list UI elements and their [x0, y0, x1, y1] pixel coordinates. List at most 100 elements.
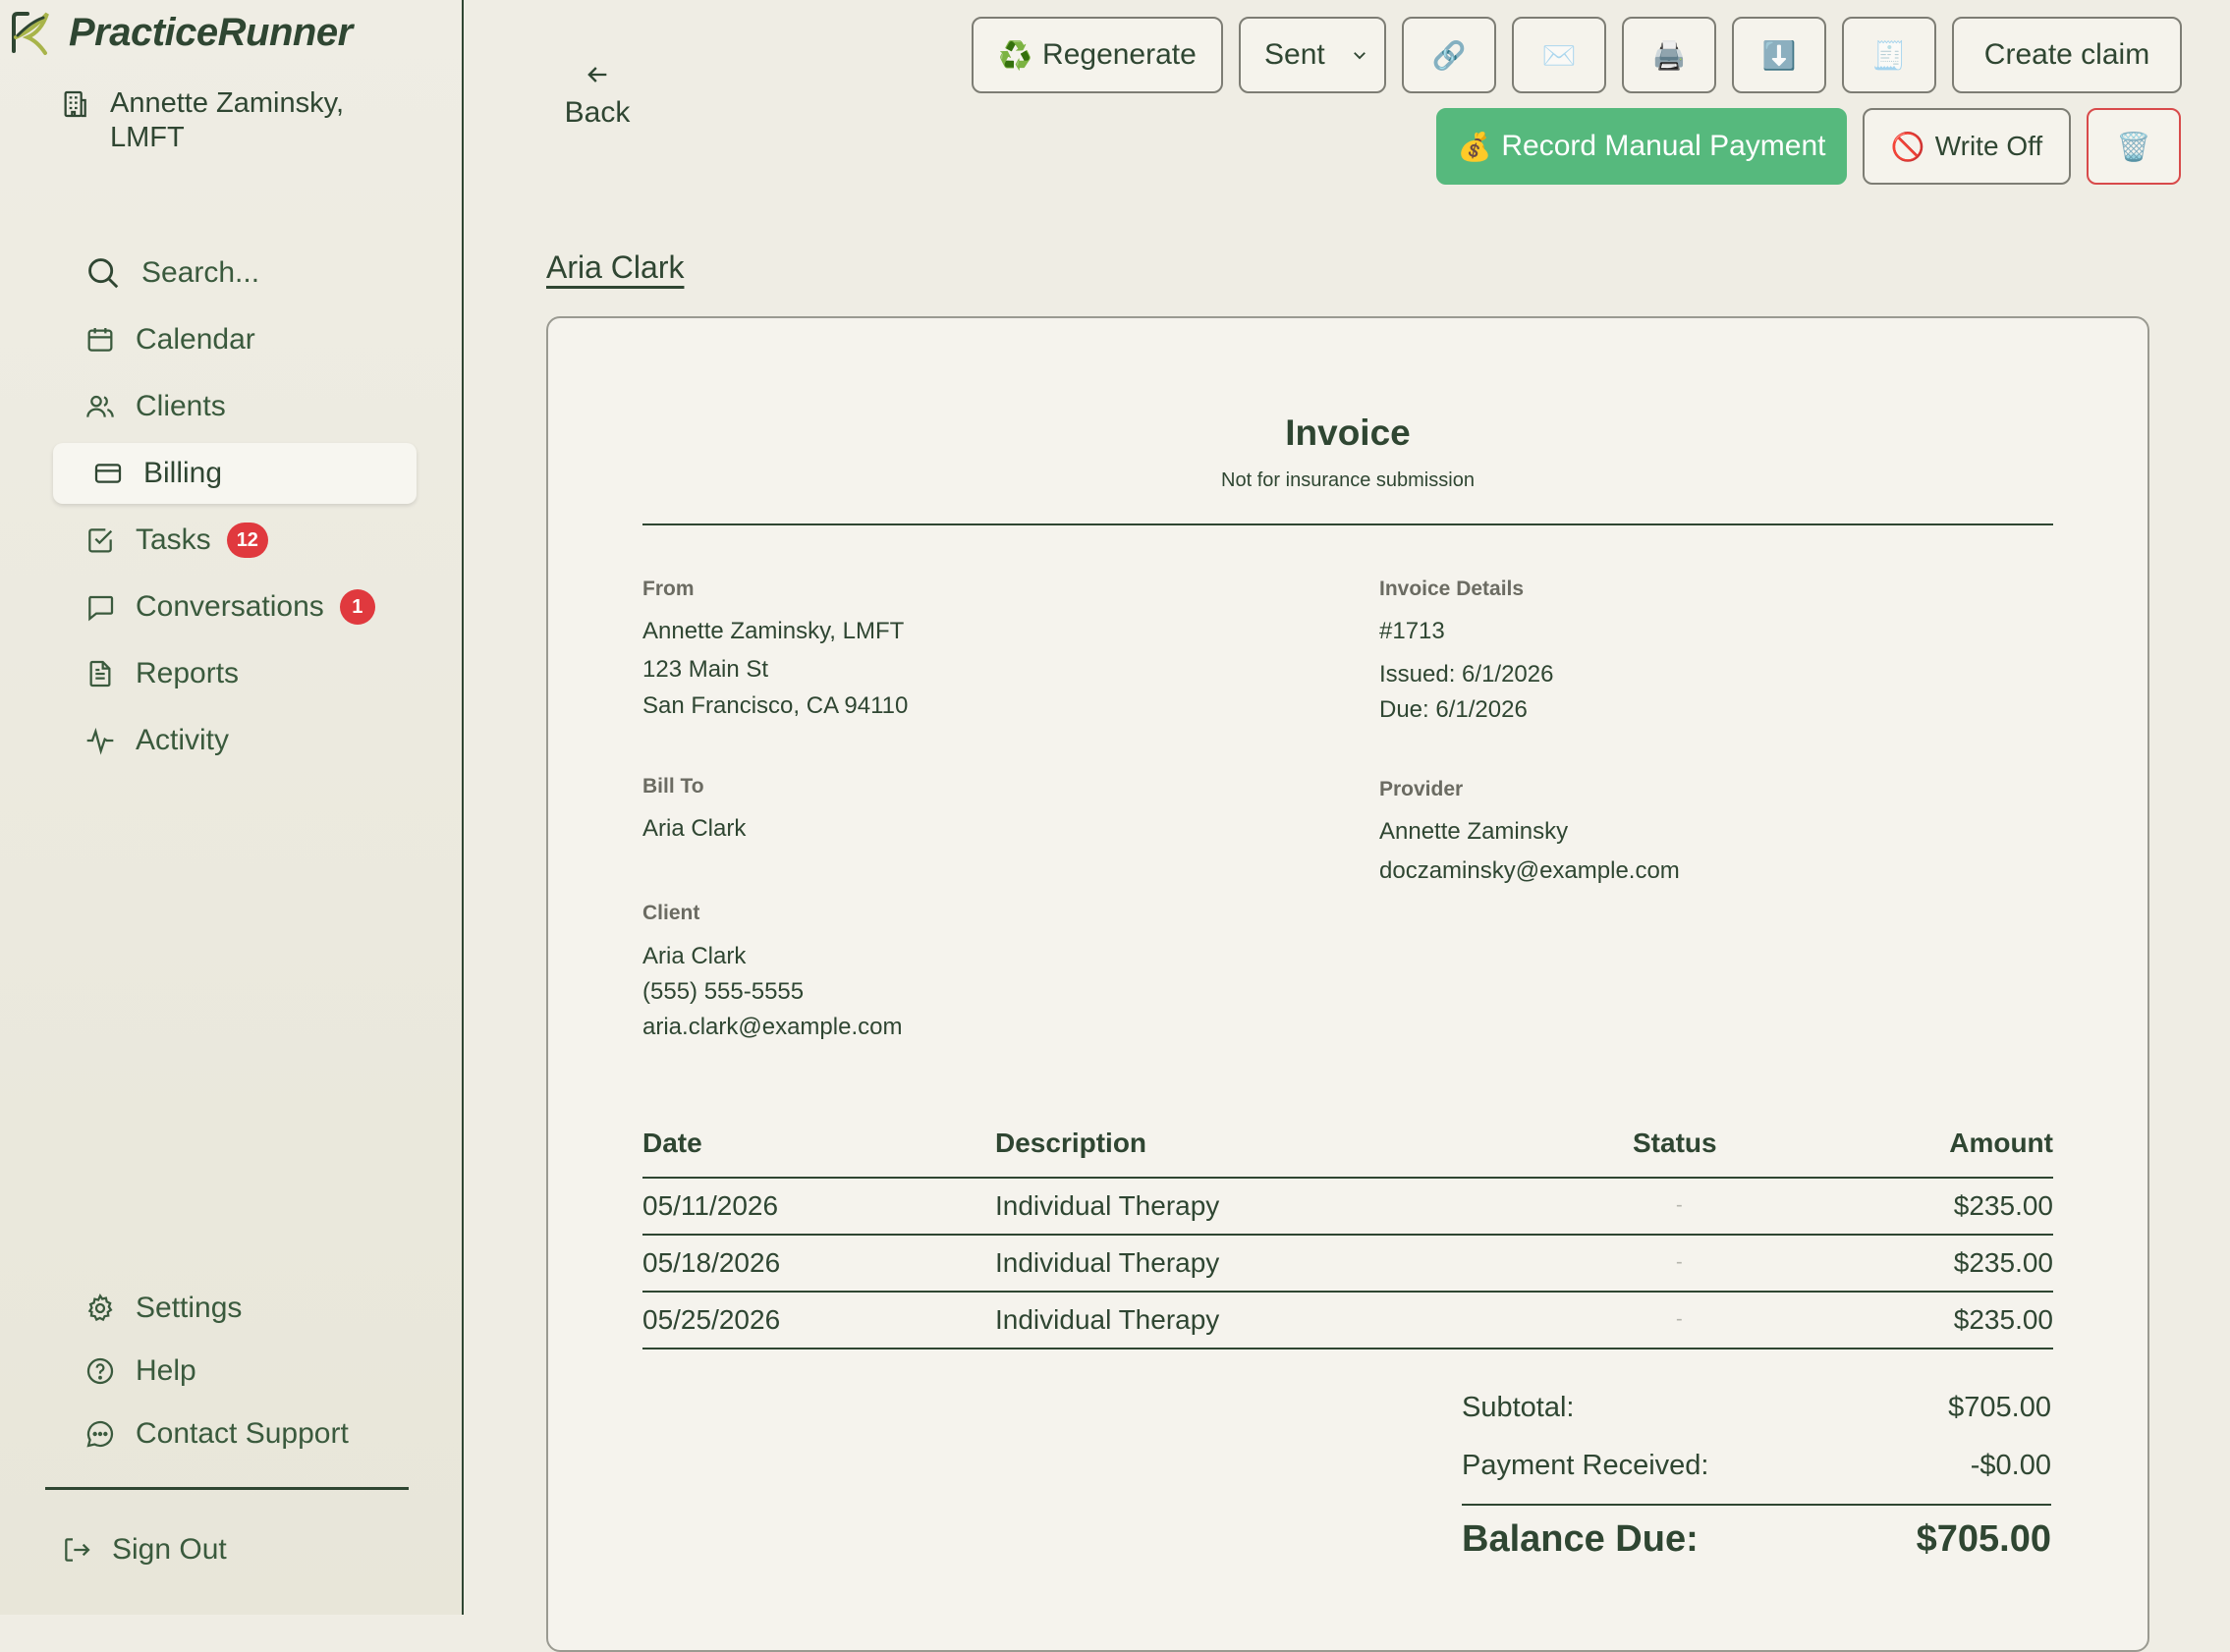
sidebar-divider: [45, 1487, 409, 1490]
payment-received-row: Payment Received: -$0.00: [1462, 1450, 2051, 1489]
from-label: From: [642, 578, 695, 600]
sidebar-item-calendar[interactable]: Calendar: [53, 309, 417, 370]
superbill-button[interactable]: 🧾: [1842, 17, 1936, 93]
chevron-down-icon: [1353, 52, 1366, 60]
trash-icon: 🗑️: [2116, 131, 2151, 162]
row-date: 05/18/2026: [642, 1247, 781, 1278]
row-amount: $235.00: [1953, 1304, 2053, 1335]
column-header-amount: Amount: [1949, 1128, 2053, 1158]
row-date: 05/25/2026: [642, 1304, 781, 1335]
receipt-icon: 🧾: [1871, 39, 1907, 71]
sidebar: PracticeRunner Annette Zaminsky, LMFT Se…: [0, 0, 464, 1615]
sidebar-item-settings[interactable]: Settings: [53, 1278, 417, 1339]
sidebar-item-clients[interactable]: Clients: [53, 376, 417, 437]
back-button[interactable]: Back: [548, 61, 646, 130]
money-bag-icon: 💰: [1457, 131, 1492, 162]
invoice-number: #1713: [1379, 618, 1445, 644]
gear-icon: [87, 1293, 113, 1322]
download-button[interactable]: ⬇️: [1732, 17, 1826, 93]
balance-due-row: Balance Due: $705.00: [1462, 1518, 2051, 1568]
status-select-value: Sent: [1264, 38, 1325, 71]
client-email: aria.clark@example.com: [642, 1014, 903, 1040]
client-name-link[interactable]: Aria Clark: [546, 249, 684, 286]
print-button[interactable]: 🖨️: [1622, 17, 1716, 93]
write-off-button[interactable]: 🚫 Write Off: [1863, 108, 2071, 185]
row-description: Individual Therapy: [995, 1247, 1220, 1278]
subtotal-row: Subtotal: $705.00: [1462, 1392, 2051, 1431]
sidebar-item-label: Billing: [143, 457, 223, 489]
sidebar-item-label: Tasks: [136, 523, 211, 556]
search-icon: [88, 258, 119, 289]
sidebar-item-label: Contact Support: [136, 1417, 349, 1450]
practice-switcher[interactable]: Annette Zaminsky, LMFT: [59, 86, 405, 155]
row-description: Individual Therapy: [995, 1304, 1220, 1335]
from-name: Annette Zaminsky, LMFT: [642, 618, 905, 644]
row-description: Individual Therapy: [995, 1190, 1220, 1221]
sidebar-item-activity[interactable]: Activity: [53, 710, 417, 771]
row-amount: $235.00: [1953, 1247, 2053, 1278]
create-claim-label: Create claim: [1983, 38, 2150, 71]
delete-invoice-button[interactable]: 🗑️: [2087, 108, 2181, 185]
invoice-title: Invoice: [1285, 413, 1411, 453]
chat-bubble-icon: [88, 595, 114, 622]
practice-name: Annette Zaminsky, LMFT: [110, 87, 345, 153]
sidebar-item-contact-support[interactable]: Contact Support: [53, 1404, 417, 1464]
table-row: 05/25/2026 Individual Therapy - $235.00: [642, 1293, 2053, 1349]
record-payment-label: Record Manual Payment: [1501, 130, 1826, 162]
create-claim-button[interactable]: Create claim: [1952, 17, 2182, 93]
printer-icon: 🖨️: [1651, 39, 1687, 71]
recycle-icon: ♻️: [998, 39, 1033, 71]
table-row: 05/11/2026 Individual Therapy - $235.00: [642, 1179, 2053, 1236]
regenerate-button[interactable]: ♻️ Regenerate: [972, 17, 1223, 93]
activity-pulse-icon: [86, 727, 114, 755]
invoice-subtitle: Not for insurance submission: [1221, 469, 1475, 491]
provider-email: doczaminsky@example.com: [1379, 857, 1680, 884]
calendar-icon: [87, 328, 113, 352]
sidebar-item-label: Conversations: [136, 590, 324, 623]
brand[interactable]: PracticeRunner: [4, 8, 353, 57]
prohibited-icon: 🚫: [1890, 131, 1925, 162]
row-date: 05/11/2026: [642, 1190, 779, 1221]
users-icon: [86, 395, 114, 417]
sidebar-search[interactable]: Search...: [53, 243, 417, 303]
row-status: -: [1676, 1251, 1683, 1273]
status-select[interactable]: Sent: [1239, 17, 1386, 93]
sign-out-button[interactable]: Sign Out: [29, 1519, 324, 1580]
sign-out-icon: [65, 1538, 90, 1562]
write-off-label: Write Off: [1934, 131, 2043, 161]
invoice-details-label: Invoice Details: [1379, 578, 1525, 600]
bill-to-label: Bill To: [642, 775, 704, 798]
sidebar-item-reports[interactable]: Reports: [53, 643, 417, 704]
client-phone: (555) 555-5555: [642, 978, 805, 1005]
regenerate-label: Regenerate: [1042, 38, 1197, 71]
document-icon: [89, 660, 111, 688]
link-icon: 🔗: [1431, 39, 1467, 71]
row-status: -: [1676, 1308, 1683, 1330]
credit-card-icon: [94, 464, 122, 483]
row-amount: $235.00: [1953, 1190, 2053, 1221]
sidebar-item-conversations[interactable]: Conversations 1: [53, 577, 417, 637]
record-manual-payment-button[interactable]: 💰 Record Manual Payment: [1436, 108, 1847, 185]
sidebar-item-billing[interactable]: Billing: [53, 443, 417, 504]
subtotal-value: $705.00: [1948, 1392, 2051, 1423]
main-content: Back ♻️ Regenerate Sent 🔗 ✉️ 🖨️ ⬇️ 🧾 Cre…: [466, 0, 2230, 1652]
sidebar-item-label: Settings: [136, 1292, 243, 1324]
email-invoice-button[interactable]: ✉️: [1512, 17, 1606, 93]
copy-link-button[interactable]: 🔗: [1402, 17, 1496, 93]
from-address-line1: 123 Main St: [642, 656, 769, 683]
totals-divider: [1462, 1504, 2051, 1506]
invoice-header-divider: [642, 523, 2053, 525]
bill-to-name: Aria Clark: [642, 815, 747, 842]
payment-received-label: Payment Received:: [1462, 1450, 1709, 1481]
sidebar-item-help[interactable]: Help: [53, 1341, 417, 1402]
practicerunner-logo-icon: [12, 12, 49, 55]
sidebar-item-label: Clients: [136, 390, 226, 422]
sidebar-item-tasks[interactable]: Tasks 12: [53, 510, 417, 571]
message-circle-icon: [86, 1420, 114, 1448]
conversations-count-badge: 1: [339, 589, 375, 625]
arrow-left-icon: [587, 67, 607, 83]
sidebar-search-label: Search...: [141, 256, 260, 289]
balance-due-value: $705.00: [1916, 1518, 2051, 1560]
envelope-icon: ✉️: [1541, 39, 1577, 71]
row-status: -: [1676, 1194, 1683, 1216]
